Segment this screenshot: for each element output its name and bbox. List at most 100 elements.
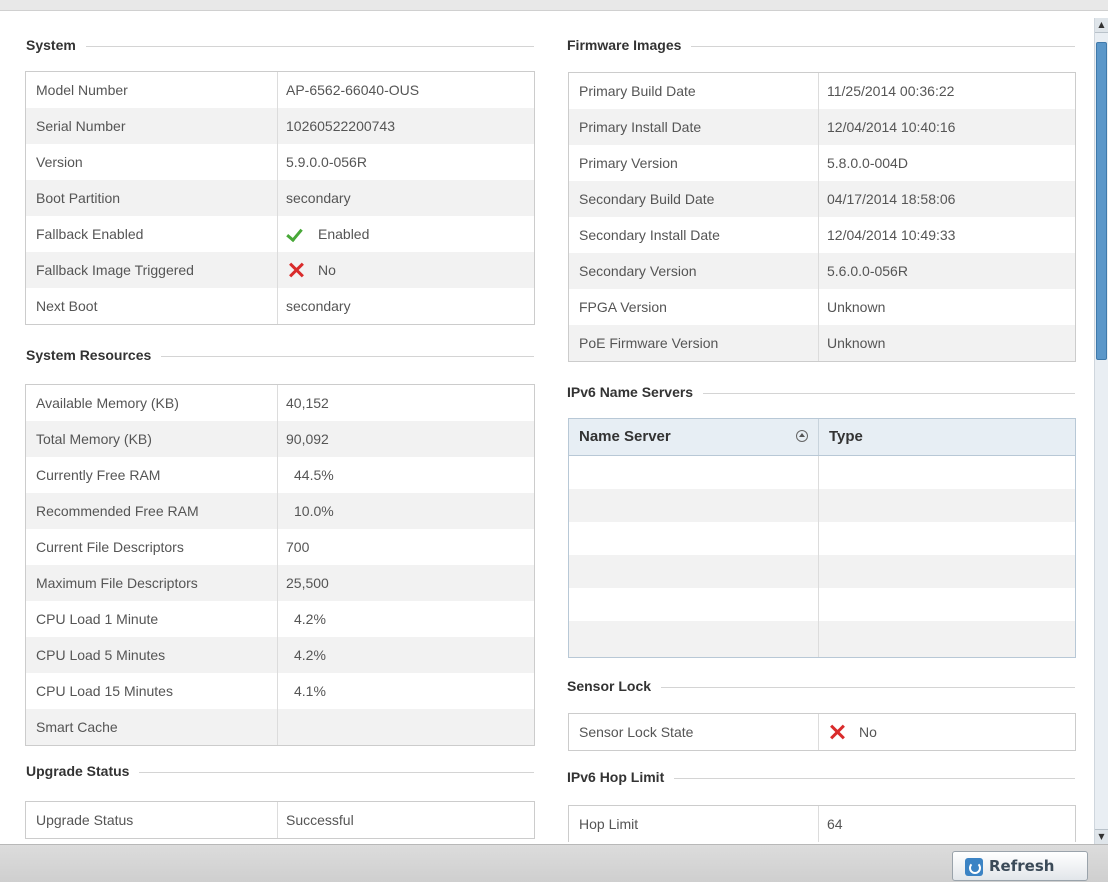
row-value: 4.1% xyxy=(294,683,326,699)
row-value: Unknown xyxy=(827,299,886,315)
resources-row-cpu-load-5-minutes: CPU Load 5 Minutes 4.2% xyxy=(26,637,534,673)
row-value: secondary xyxy=(278,180,534,216)
table-cell xyxy=(569,489,819,522)
firmware-images-section-title: Firmware Images xyxy=(567,37,692,53)
column-header-type[interactable]: Type xyxy=(819,419,1075,455)
sensor-lock-state-row: Sensor Lock State No xyxy=(569,714,1075,750)
scroll-down-icon[interactable]: ▼ xyxy=(1095,829,1108,844)
table-cell xyxy=(819,588,1075,621)
scrollbar-thumb[interactable] xyxy=(1096,42,1107,360)
row-label: Serial Number xyxy=(26,108,278,144)
resources-row-smart-cache: Smart Cache xyxy=(26,709,534,745)
fallback-enabled-value: Enabled xyxy=(318,226,370,242)
table-cell xyxy=(569,522,819,555)
row-label: Secondary Version xyxy=(569,253,819,289)
firmware-row-primary-install-date: Primary Install Date 12/04/2014 10:40:16 xyxy=(569,109,1075,145)
row-label: Recommended Free RAM xyxy=(26,493,278,529)
ipv6-hop-limit-section-title: IPv6 Hop Limit xyxy=(567,769,675,785)
row-value xyxy=(278,709,534,745)
row-value: 44.5% xyxy=(294,467,334,483)
version-value: 5.9.0.0-056R xyxy=(286,154,367,170)
table-cell xyxy=(819,621,1075,657)
system-row-serial-number: Serial Number 10260522200743 xyxy=(26,108,534,144)
row-label: Sensor Lock State xyxy=(569,714,819,750)
firmware-row-secondary-version: Secondary Version 5.6.0.0-056R xyxy=(569,253,1075,289)
x-icon xyxy=(827,722,847,742)
row-label: Secondary Install Date xyxy=(569,217,819,253)
row-value: Enabled xyxy=(278,216,534,252)
sort-ascending-icon[interactable] xyxy=(796,430,808,442)
firmware-row-secondary-build-date: Secondary Build Date 04/17/2014 18:58:06 xyxy=(569,181,1075,217)
resources-row-cpu-load-1-minute: CPU Load 1 Minute 4.2% xyxy=(26,601,534,637)
row-value: 4.2% xyxy=(294,611,326,627)
system-row-next-boot: Next Boot secondary xyxy=(26,288,534,324)
row-value: 11/25/2014 00:36:22 xyxy=(827,83,955,99)
row-value: 4.2% xyxy=(294,647,326,663)
system-table: Model Number AP-6562-66040-OUS Serial Nu… xyxy=(25,71,535,325)
vertical-scrollbar[interactable]: ▲ ▼ xyxy=(1094,18,1108,844)
upgrade-status-section-title: Upgrade Status xyxy=(26,763,140,779)
table-cell xyxy=(819,522,1075,555)
row-label: Currently Free RAM xyxy=(26,457,278,493)
ipv6-name-servers-section-title: IPv6 Name Servers xyxy=(567,384,704,400)
system-row-version: Version 5.9.0.0-056R xyxy=(26,144,534,180)
table-row xyxy=(569,489,1075,522)
row-label: Maximum File Descriptors xyxy=(26,565,278,601)
row-value: No xyxy=(278,252,534,288)
boot-partition-value: secondary xyxy=(286,190,351,206)
upgrade-status-table: Upgrade Status Successful xyxy=(25,801,535,839)
system-resources-table: Available Memory (KB) 40,152 Total Memor… xyxy=(25,384,535,746)
system-resources-section-title: System Resources xyxy=(26,347,162,363)
resources-row-recommended-free-ram: Recommended Free RAM 10.0% xyxy=(26,493,534,529)
resources-row-available-memory: Available Memory (KB) 40,152 xyxy=(26,385,534,421)
refresh-button-label: Refresh xyxy=(989,857,1055,875)
row-label: PoE Firmware Version xyxy=(569,325,819,361)
next-boot-value: secondary xyxy=(286,298,351,314)
row-value: 04/17/2014 18:58:06 xyxy=(827,191,956,207)
table-row xyxy=(569,456,1075,489)
table-cell xyxy=(569,588,819,621)
row-value: 12/04/2014 10:40:16 xyxy=(827,119,956,135)
system-section-title: System xyxy=(26,37,86,53)
firmware-row-primary-version: Primary Version 5.8.0.0-004D xyxy=(569,145,1075,181)
firmware-images-table: Primary Build Date 11/25/2014 00:36:22 P… xyxy=(568,72,1076,362)
top-bar xyxy=(0,0,1108,11)
row-label: CPU Load 1 Minute xyxy=(26,601,278,637)
system-row-boot-partition: Boot Partition secondary xyxy=(26,180,534,216)
column-header-label: Name Server xyxy=(579,428,671,445)
firmware-row-poe-firmware-version: PoE Firmware Version Unknown xyxy=(569,325,1075,361)
system-row-fallback-enabled: Fallback Enabled Enabled xyxy=(26,216,534,252)
row-label: Boot Partition xyxy=(26,180,278,216)
table-cell xyxy=(569,456,819,489)
row-label: Primary Install Date xyxy=(569,109,819,145)
row-value: 5.8.0.0-004D xyxy=(827,155,908,171)
system-section-line xyxy=(26,46,534,47)
scroll-up-icon[interactable]: ▲ xyxy=(1095,18,1108,33)
refresh-button[interactable]: Refresh xyxy=(952,851,1088,881)
row-value: Unknown xyxy=(827,335,886,351)
row-label: Version xyxy=(26,144,278,180)
row-value: 12/04/2014 10:49:33 xyxy=(827,227,956,243)
model-number-value: AP-6562-66040-OUS xyxy=(286,82,420,98)
serial-number-value: 10260522200743 xyxy=(286,118,396,134)
row-value: 25,500 xyxy=(286,575,329,591)
row-label: Model Number xyxy=(26,72,278,108)
table-row xyxy=(569,621,1075,657)
firmware-row-secondary-install-date: Secondary Install Date 12/04/2014 10:49:… xyxy=(569,217,1075,253)
upgrade-status-row: Upgrade Status Successful xyxy=(26,802,534,838)
table-row xyxy=(569,588,1075,621)
row-label: Available Memory (KB) xyxy=(26,385,278,421)
row-value: 700 xyxy=(286,539,310,555)
column-header-name-server[interactable]: Name Server xyxy=(569,419,819,455)
refresh-icon xyxy=(965,858,983,876)
row-label: FPGA Version xyxy=(569,289,819,325)
row-value: No xyxy=(819,714,1075,750)
row-label: Next Boot xyxy=(26,288,278,324)
bottom-toolbar: Refresh xyxy=(0,844,1108,882)
table-cell xyxy=(819,489,1075,522)
check-icon xyxy=(286,224,306,244)
row-value: Successful xyxy=(286,812,354,828)
resources-row-maximum-file-descriptors: Maximum File Descriptors 25,500 xyxy=(26,565,534,601)
sensor-lock-table: Sensor Lock State No xyxy=(568,713,1076,751)
row-value: 40,152 xyxy=(286,395,329,411)
